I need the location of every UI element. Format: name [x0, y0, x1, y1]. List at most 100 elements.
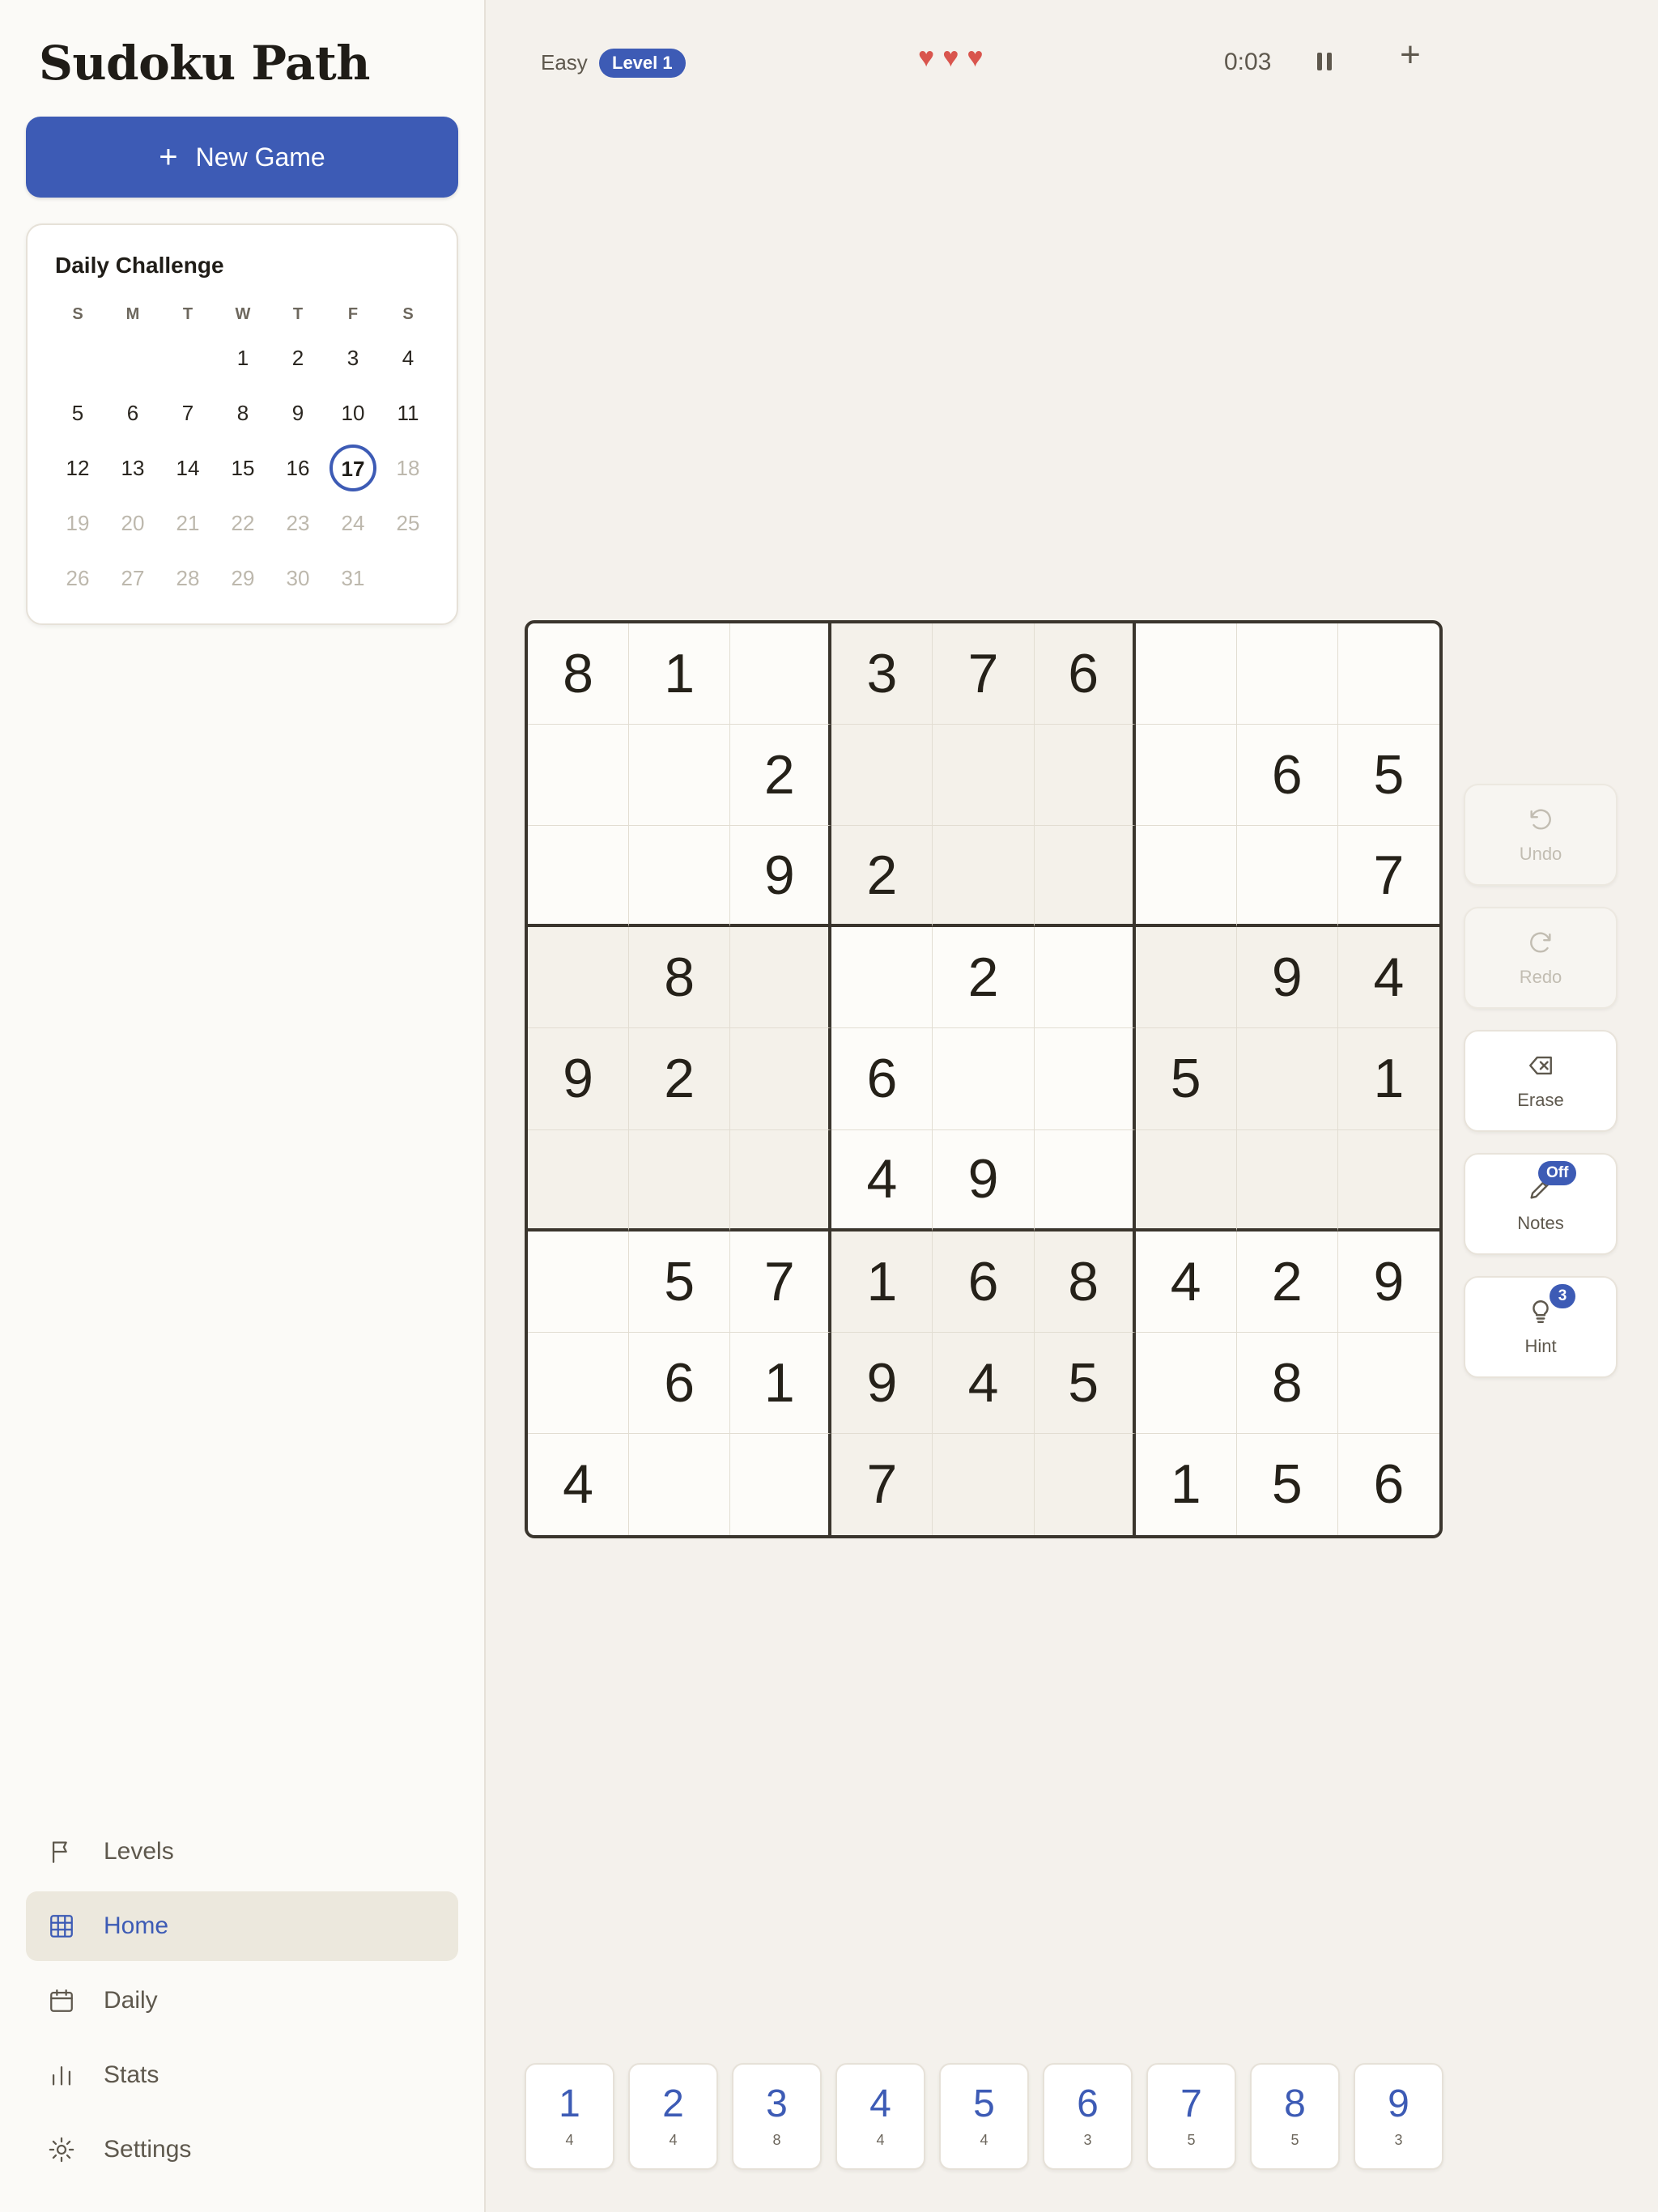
number-key-5[interactable]: 54: [939, 2063, 1029, 2170]
board-cell[interactable]: 9: [1236, 927, 1338, 1029]
board-cell[interactable]: [730, 1433, 832, 1535]
board-cell[interactable]: [730, 927, 832, 1029]
board-cell[interactable]: [528, 1332, 630, 1434]
calendar-day[interactable]: 11: [380, 401, 436, 426]
board-cell[interactable]: 7: [730, 1231, 832, 1333]
calendar-day[interactable]: 1: [215, 346, 270, 371]
number-key-6[interactable]: 63: [1043, 2063, 1133, 2170]
board-cell[interactable]: [1236, 1129, 1338, 1231]
pause-button[interactable]: [1310, 44, 1339, 79]
board-cell[interactable]: 1: [1136, 1433, 1237, 1535]
calendar-day[interactable]: 14: [160, 456, 215, 481]
board-cell[interactable]: [1135, 1129, 1237, 1231]
board-cell[interactable]: 7: [933, 623, 1035, 725]
notes-button[interactable]: Notes Off: [1464, 1153, 1618, 1255]
number-key-7[interactable]: 75: [1146, 2063, 1236, 2170]
board-cell[interactable]: [528, 725, 630, 827]
board-cell[interactable]: [1337, 1129, 1439, 1231]
board-cell[interactable]: 8: [1236, 1332, 1338, 1434]
board-cell[interactable]: [1034, 725, 1136, 827]
board-cell[interactable]: 4: [831, 1129, 933, 1231]
board-cell[interactable]: 8: [629, 927, 731, 1029]
board-cell[interactable]: [1135, 927, 1237, 1029]
number-key-9[interactable]: 93: [1354, 2063, 1443, 2170]
calendar-day[interactable]: 9: [270, 401, 325, 426]
number-key-2[interactable]: 24: [628, 2063, 718, 2170]
board-cell[interactable]: [831, 927, 933, 1029]
board-cell[interactable]: [1034, 927, 1136, 1029]
calendar-day[interactable]: 15: [215, 456, 270, 481]
board-cell[interactable]: [1135, 623, 1237, 725]
board-cell[interactable]: 9: [528, 1028, 630, 1130]
board-cell[interactable]: [528, 927, 630, 1029]
board-cell[interactable]: 8: [528, 623, 630, 725]
board-cell[interactable]: 5: [1135, 1028, 1237, 1130]
calendar-day[interactable]: 10: [325, 401, 380, 426]
board-cell[interactable]: [1236, 826, 1338, 928]
board-cell[interactable]: [629, 1129, 731, 1231]
calendar-day[interactable]: 4: [380, 346, 436, 371]
board-cell[interactable]: 9: [831, 1332, 933, 1434]
calendar-day[interactable]: 13: [105, 456, 160, 481]
calendar-day[interactable]: 16: [270, 456, 325, 481]
calendar-day[interactable]: 8: [215, 401, 270, 426]
board-cell[interactable]: [1034, 1129, 1136, 1231]
calendar-day-today[interactable]: 17: [325, 445, 380, 491]
board-cell[interactable]: [933, 826, 1035, 928]
board-cell[interactable]: 6: [1236, 725, 1338, 827]
board-cell[interactable]: 4: [1337, 927, 1439, 1029]
board-cell[interactable]: [1135, 725, 1237, 827]
calendar-day[interactable]: 2: [270, 346, 325, 371]
board-cell[interactable]: 4: [1135, 1231, 1237, 1333]
board-cell[interactable]: [730, 1028, 832, 1130]
sidebar-item-settings[interactable]: Settings: [26, 2115, 458, 2184]
board-cell[interactable]: 2: [730, 725, 832, 827]
board-cell[interactable]: 1: [831, 1231, 933, 1333]
sidebar-item-daily[interactable]: Daily: [26, 1966, 458, 2035]
board-cell[interactable]: [528, 1231, 630, 1333]
number-key-8[interactable]: 85: [1250, 2063, 1340, 2170]
board-cell[interactable]: 9: [1337, 1231, 1439, 1333]
add-button[interactable]: +: [1394, 37, 1426, 73]
calendar-day[interactable]: 7: [160, 401, 215, 426]
board-cell[interactable]: 4: [933, 1332, 1035, 1434]
calendar-day[interactable]: 5: [50, 401, 105, 426]
board-cell[interactable]: [1236, 1028, 1338, 1130]
board-cell[interactable]: 5: [1337, 725, 1439, 827]
board-cell[interactable]: 2: [831, 826, 933, 928]
undo-button[interactable]: Undo: [1464, 784, 1618, 886]
new-game-button[interactable]: + New Game: [26, 117, 458, 198]
hint-button[interactable]: Hint 3: [1464, 1276, 1618, 1378]
board-cell[interactable]: [1236, 623, 1338, 725]
calendar-day[interactable]: 3: [325, 346, 380, 371]
board-cell[interactable]: [629, 1433, 731, 1535]
number-key-1[interactable]: 14: [525, 2063, 614, 2170]
sidebar-item-levels[interactable]: Levels: [26, 1817, 458, 1887]
board-cell[interactable]: [629, 725, 731, 827]
board-cell[interactable]: 1: [1337, 1028, 1439, 1130]
board-cell[interactable]: 9: [933, 1129, 1035, 1231]
board-cell[interactable]: 6: [1338, 1434, 1439, 1535]
redo-button[interactable]: Redo: [1464, 907, 1618, 1009]
board-cell[interactable]: 6: [933, 1231, 1035, 1333]
erase-button[interactable]: Erase: [1464, 1030, 1618, 1132]
board-cell[interactable]: [730, 623, 832, 725]
board-cell[interactable]: 1: [730, 1332, 832, 1434]
board-cell[interactable]: 2: [1236, 1231, 1338, 1333]
board-cell[interactable]: [730, 1129, 832, 1231]
board-cell[interactable]: [629, 826, 731, 928]
board-cell[interactable]: [933, 725, 1035, 827]
board-cell[interactable]: 8: [1034, 1231, 1136, 1333]
board-cell[interactable]: 4: [528, 1433, 630, 1535]
board-cell[interactable]: 6: [1034, 623, 1136, 725]
board-cell[interactable]: 2: [629, 1028, 731, 1130]
board-cell[interactable]: [1034, 826, 1136, 928]
calendar-day[interactable]: 12: [50, 456, 105, 481]
board-cell[interactable]: [528, 826, 630, 928]
board-cell[interactable]: 7: [831, 1433, 933, 1535]
calendar-day[interactable]: 6: [105, 401, 160, 426]
board-cell[interactable]: 2: [933, 927, 1035, 1029]
board-cell[interactable]: 1: [629, 623, 731, 725]
number-key-3[interactable]: 38: [732, 2063, 822, 2170]
board-cell[interactable]: [1337, 1333, 1439, 1434]
